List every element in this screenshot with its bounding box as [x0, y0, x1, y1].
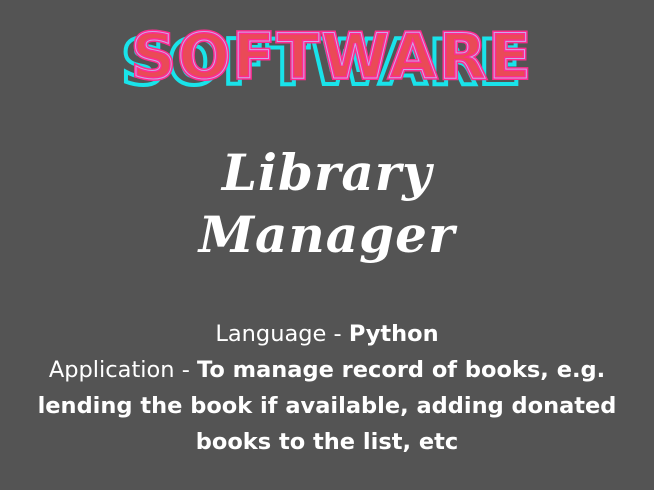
project-details: Language - Python Application - To manag…: [10, 316, 644, 460]
software-logo-graphic: SOFTWARE SOFTWARE SOFTWARE: [119, 18, 533, 101]
language-value: Python: [348, 321, 439, 347]
application-label: Application -: [48, 357, 197, 383]
language-label: Language -: [215, 321, 349, 347]
language-row: Language - Python: [10, 316, 644, 352]
title-line-manager: Manager: [198, 205, 456, 264]
title-line-library: Library: [221, 143, 433, 202]
software-logo: SOFTWARE SOFTWARE SOFTWARE: [0, 14, 654, 104]
application-row: Application - To manage record of books,…: [10, 352, 644, 388]
page-title: Library Manager: [0, 142, 654, 266]
application-value-line2: lending the book if available, adding do…: [37, 393, 617, 419]
application-value-line3: books to the list, etc: [195, 429, 459, 455]
logo-inner-layer: SOFTWARE: [131, 20, 533, 93]
application-value-line1: To manage record of books, e.g.: [196, 357, 606, 383]
